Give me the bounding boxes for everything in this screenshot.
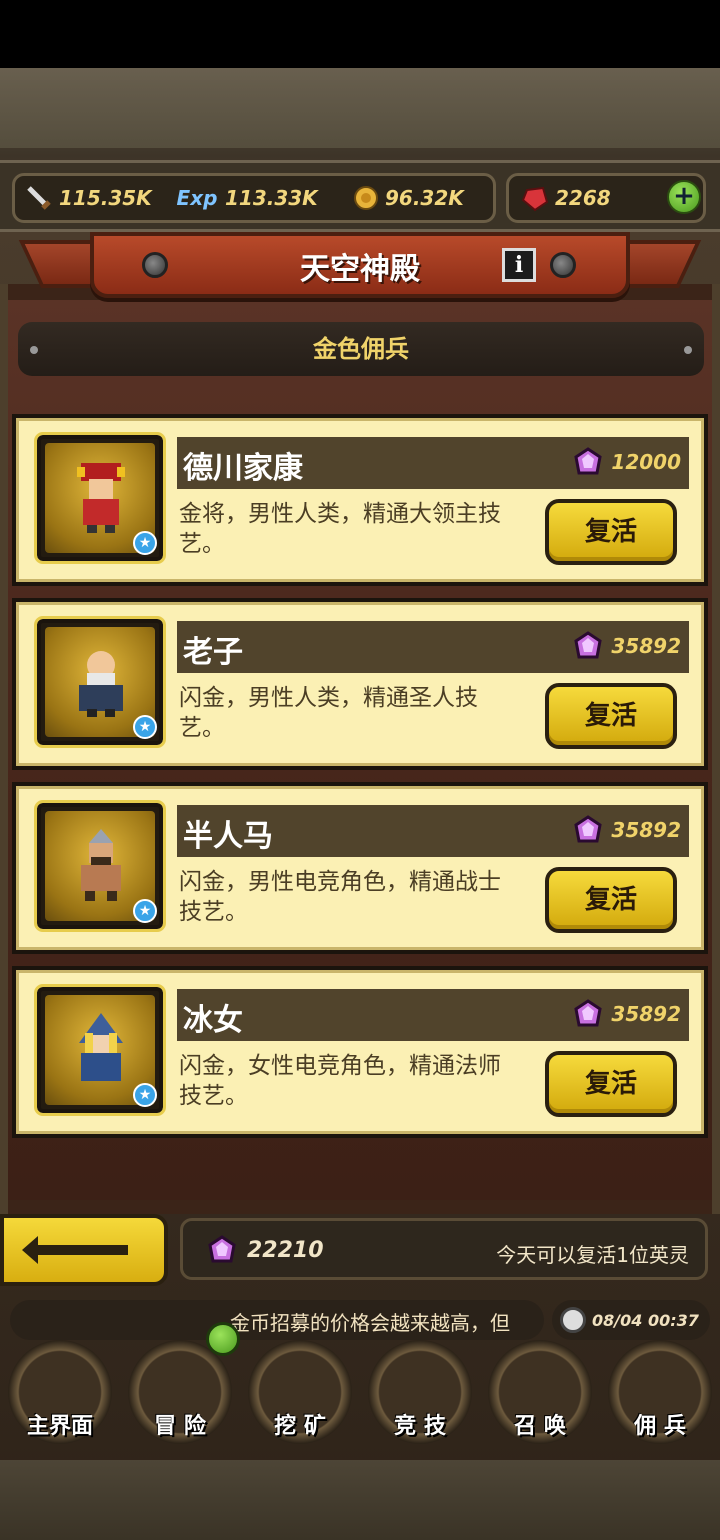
banner-stud-icon — [550, 252, 576, 278]
star-badge-icon: ★ — [133, 899, 157, 923]
clock: 08/04 00:37 — [552, 1300, 710, 1340]
hero-card: ★ 德川家康 12000 金将，男性人类，精通大领主技艺。 复活 — [12, 414, 708, 586]
nav-arena[interactable]: 竞 技 — [362, 1340, 478, 1450]
hero-name-bar: 德川家康 12000 — [177, 437, 689, 489]
samurai-avatar-icon — [77, 463, 125, 533]
hero-name-bar: 冰女 35892 — [177, 989, 689, 1041]
revive-button[interactable]: 复活 — [545, 499, 677, 565]
centaur-avatar-icon — [81, 829, 121, 901]
red-gem-icon — [521, 184, 549, 212]
ice-maiden-avatar-icon — [79, 1013, 123, 1081]
stats-panel: 115.35K Exp 113.33K 96.32K — [12, 173, 496, 223]
bottom-map-strip — [0, 1460, 720, 1540]
status-bar — [0, 0, 720, 68]
decor-dot — [30, 346, 38, 354]
sword-icon — [25, 184, 53, 212]
hero-name: 老子 — [183, 635, 243, 670]
hero-name-bar: 半人马 35892 — [177, 805, 689, 857]
exp-icon: Exp — [176, 186, 218, 210]
hero-name: 半人马 — [183, 819, 273, 854]
hero-price-value: 35892 — [611, 818, 681, 842]
hero-price: 12000 — [573, 447, 681, 477]
revive-button[interactable]: 复活 — [545, 683, 677, 749]
attack-stat: 115.35K — [25, 184, 152, 212]
revive-button[interactable]: 复活 — [545, 1051, 677, 1117]
nav-mining[interactable]: 挖 矿 — [242, 1340, 358, 1450]
nav-adventure[interactable]: 冒 险 — [122, 1340, 238, 1450]
exp-value: 113.33K — [225, 186, 318, 210]
page-title: 天空神殿 — [300, 252, 420, 287]
nav-summon[interactable]: 召 唤 — [482, 1340, 598, 1450]
gem-panel: 2268 + — [506, 173, 706, 223]
ticker-text: 金币招募的价格会越来越高，但 — [230, 1311, 510, 1335]
bottom-nav: 主界面 冒 险 挖 矿 竞 技 召 唤 佣 兵 — [0, 1340, 720, 1450]
hero-name: 德川家康 — [183, 451, 303, 486]
nav-label: 挖 矿 — [274, 1414, 326, 1439]
nav-label: 竞 技 — [394, 1414, 446, 1439]
back-button[interactable] — [0, 1214, 168, 1286]
hero-description: 闪金，男性人类，精通圣人技艺。 — [179, 685, 478, 741]
revive-button[interactable]: 复活 — [545, 867, 677, 933]
gold-coin-icon — [351, 184, 379, 212]
back-arrow-icon — [22, 1236, 128, 1264]
nav-mercenary[interactable]: 佣 兵 — [602, 1340, 718, 1450]
hero-price: 35892 — [573, 999, 681, 1029]
notification-dot-icon — [206, 1322, 240, 1356]
news-ticker: 金币招募的价格会越来越高，但 — [10, 1300, 544, 1340]
star-badge-icon: ★ — [133, 1083, 157, 1107]
footer-gem-balance: 22210 — [207, 1235, 324, 1265]
exp-stat: Exp 113.33K — [175, 184, 318, 212]
section-header: 金色佣兵 — [18, 322, 704, 376]
hero-price-value: 35892 — [611, 634, 681, 658]
hero-description: 闪金，女性电竞角色，精通法师技艺。 — [179, 1053, 501, 1109]
purple-gem-icon — [574, 815, 603, 843]
revive-info-bar: 22210 今天可以复活1位英灵 — [180, 1218, 708, 1280]
gold-stat: 96.32K — [351, 184, 464, 212]
purple-gem-icon — [574, 447, 603, 475]
footer-gem-value: 22210 — [247, 1237, 324, 1263]
hero-name: 冰女 — [183, 1003, 243, 1038]
gem-value: 2268 — [555, 186, 611, 210]
hero-description: 金将，男性人类，精通大领主技艺。 — [179, 501, 501, 557]
hero-price: 35892 — [573, 631, 681, 661]
resource-bar: 115.35K Exp 113.33K 96.32K 2268 + — [0, 160, 720, 232]
purple-gem-icon — [208, 1235, 236, 1263]
info-button[interactable]: i — [502, 248, 536, 282]
hero-card: ★ 半人马 35892 闪金，男性电竞角色，精通战士技艺。 复活 — [12, 782, 708, 954]
map-strip — [0, 68, 720, 148]
hero-portrait[interactable]: ★ — [34, 616, 166, 748]
hero-description: 闪金，男性电竞角色，精通战士技艺。 — [179, 869, 501, 925]
hero-price: 35892 — [573, 815, 681, 845]
nav-label: 冒 险 — [154, 1414, 206, 1439]
decor-dot — [684, 346, 692, 354]
hero-portrait[interactable]: ★ — [34, 984, 166, 1116]
nav-label: 召 唤 — [514, 1414, 566, 1439]
daily-revive-note: 今天可以复活1位英灵 — [496, 1243, 689, 1267]
add-gems-button[interactable]: + — [667, 180, 701, 214]
purple-gem-icon — [574, 631, 603, 659]
nav-label: 主界面 — [26, 1414, 93, 1439]
clock-icon — [560, 1307, 586, 1333]
title-banner: 天空神殿 i — [90, 232, 630, 298]
purple-gem-icon — [574, 999, 603, 1027]
hero-price-value: 35892 — [611, 1002, 681, 1026]
hero-portrait[interactable]: ★ — [34, 432, 166, 564]
attack-value: 115.35K — [59, 186, 152, 210]
hero-name-bar: 老子 35892 — [177, 621, 689, 673]
hero-card: ★ 冰女 35892 闪金，女性电竞角色，精通法师技艺。 复活 — [12, 966, 708, 1138]
section-title: 金色佣兵 — [313, 335, 409, 363]
star-badge-icon: ★ — [133, 715, 157, 739]
nav-label: 佣 兵 — [634, 1414, 686, 1439]
star-badge-icon: ★ — [133, 531, 157, 555]
sage-avatar-icon — [79, 651, 123, 717]
nav-main[interactable]: 主界面 — [2, 1340, 118, 1450]
clock-text: 08/04 00:37 — [592, 1310, 699, 1330]
gold-value: 96.32K — [385, 186, 464, 210]
hero-price-value: 12000 — [611, 450, 681, 474]
gem-stat: 2268 — [521, 184, 611, 212]
hero-card: ★ 老子 35892 闪金，男性人类，精通圣人技艺。 复活 — [12, 598, 708, 770]
hero-portrait[interactable]: ★ — [34, 800, 166, 932]
